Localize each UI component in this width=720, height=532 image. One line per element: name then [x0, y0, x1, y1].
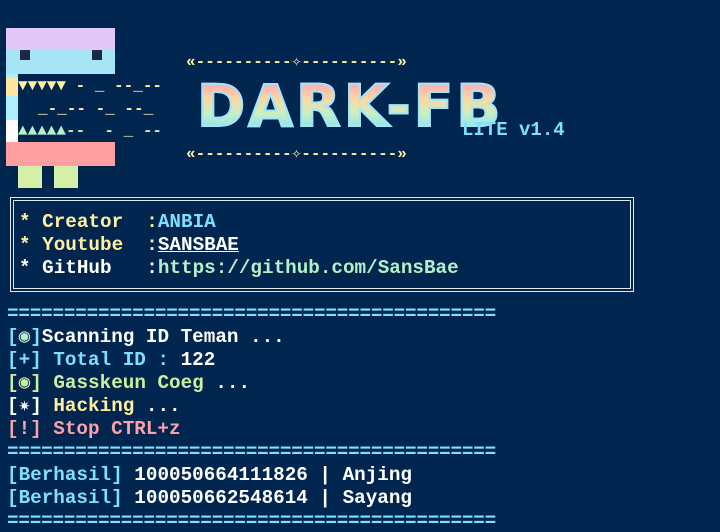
banner-squiggle-1: ▼▼▼▼▼ - _ --_--	[18, 77, 163, 95]
youtube-label: * Youtube :	[19, 234, 158, 256]
banner-deco-bottom: «----------✧----------»	[186, 145, 407, 163]
separator-1: ========================================…	[7, 303, 496, 325]
github-link[interactable]: https://github.com/SansBae	[158, 257, 459, 279]
log-line-hacking: [✷] Hacking ...	[7, 395, 181, 417]
creator-value: ANBIA	[157, 211, 216, 233]
youtube-row: * Youtube :SANSBAE	[19, 234, 239, 257]
spinner-icon: ◉	[18, 372, 31, 394]
logo-title: DARK-FB	[196, 72, 504, 140]
separator-2: ========================================…	[7, 441, 496, 463]
total-id-value: 122	[180, 349, 216, 371]
spinner-icon: ◉	[18, 326, 31, 348]
log-line-gasskeun: [◉] Gasskeun Coeg ...	[7, 372, 251, 394]
github-label: * GitHub :	[19, 257, 158, 279]
banner-squiggle-2: _-_-- -_ --_	[38, 100, 154, 118]
separator-3: ========================================…	[7, 510, 496, 532]
banner-squiggle-3: ▲▲▲▲▲-- - _ --	[18, 122, 163, 140]
creator-row: * Creator :ANBIA	[19, 211, 216, 234]
result-row: [Berhasil] 100050662548614 | Sayang	[7, 487, 413, 509]
result-row: [Berhasil] 100050664111826 | Anjing	[7, 464, 413, 486]
star-icon: ✷	[18, 395, 31, 417]
github-row: * GitHub :https://github.com/SansBae	[19, 257, 459, 280]
log-line-scanning: [◉]Scanning ID Teman ...	[7, 326, 285, 348]
log-line-total: [+] Total ID : 122	[7, 349, 216, 371]
youtube-value[interactable]: SANSBAE	[158, 234, 239, 256]
banner-deco-top: «----------✧----------»	[186, 53, 407, 71]
version-label: LITE v1.4	[462, 119, 565, 141]
log-line-stop: [!] Stop CTRL+z	[7, 418, 181, 440]
creator-label: * Creator :	[19, 211, 158, 233]
